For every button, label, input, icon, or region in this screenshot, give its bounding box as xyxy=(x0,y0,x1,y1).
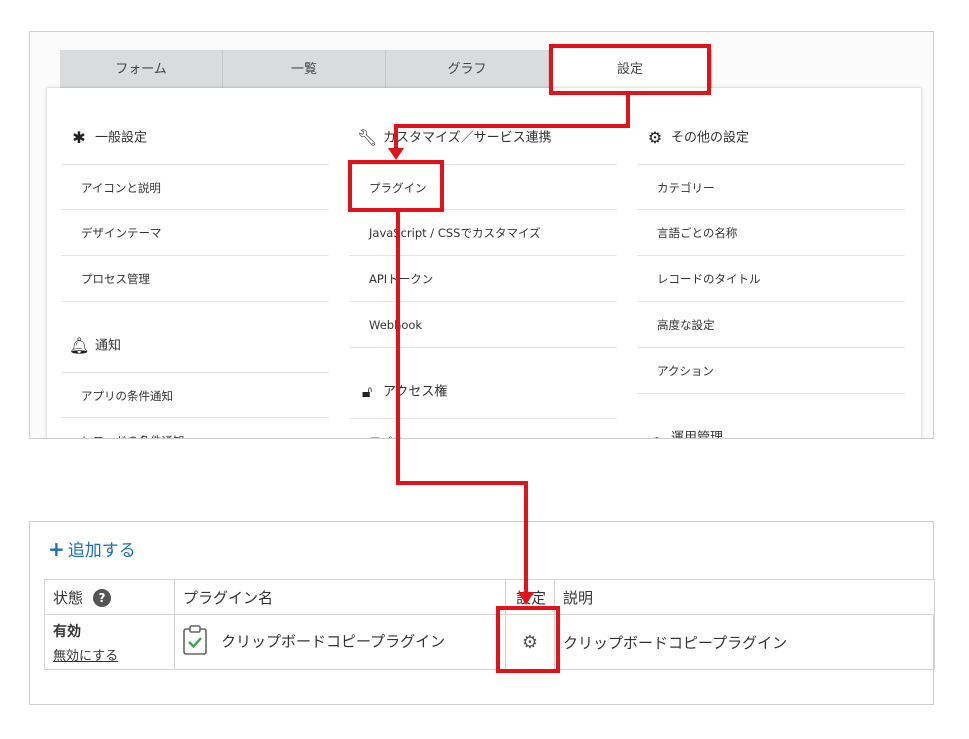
gear-icon: ✱ xyxy=(72,128,86,147)
plus-icon: + xyxy=(48,537,65,561)
header-plugin-name: プラグイン名 xyxy=(174,579,506,615)
settings-link-category[interactable]: カテゴリー xyxy=(637,164,905,210)
add-plugin-button[interactable]: + 追加する xyxy=(48,536,136,561)
access-heading: 🔓︎ アクセス権 xyxy=(357,382,448,402)
help-icon[interactable]: ? xyxy=(93,589,112,607)
other-settings-heading: ⚙ その他の設定 xyxy=(645,128,749,148)
settings-link-icon-description[interactable]: アイコンと説明 xyxy=(61,164,329,210)
notify-heading: 🔔︎ 通知 xyxy=(69,336,122,355)
connector-line xyxy=(394,124,398,150)
settings-link-record-title[interactable]: レコードのタイトル xyxy=(637,256,905,302)
settings-link-record-notify[interactable]: レコードの条件通知 xyxy=(61,418,329,438)
tab-bar: フォーム 一覧 グラフ 設定 xyxy=(60,50,880,90)
header-description: 説明 xyxy=(554,579,935,615)
disable-link[interactable]: 無効にする xyxy=(53,645,166,664)
settings-link-action[interactable]: アクション xyxy=(637,348,905,394)
tab-form[interactable]: フォーム xyxy=(60,50,223,90)
bell-icon: 🔔︎ xyxy=(69,336,90,355)
settings-link-app-access[interactable]: アプリ xyxy=(349,418,617,438)
wrench-icon: 🔧︎ xyxy=(357,128,378,147)
unlock-icon: 🔓︎ xyxy=(361,382,373,401)
app-settings-panel: フォーム 一覧 グラフ 設定 ✱ 一般設定 アイコンと説明 デザインテーマ プロセ… xyxy=(29,31,934,439)
settings-link-localized-name[interactable]: 言語ごとの名称 xyxy=(637,210,905,256)
cloud-icon: ☁ xyxy=(647,428,663,439)
settings-link-api-token[interactable]: APIトークン xyxy=(349,256,617,302)
table-row: 有効 無効にする クリップボードコピープラグイン ⚙ クリップボードコピープラグ… xyxy=(44,614,935,670)
settings-link-app-notify[interactable]: アプリの条件通知 xyxy=(61,372,329,418)
arrow-down-icon xyxy=(388,148,404,160)
table-header-row: 状態? プラグイン名 設定 説明 xyxy=(44,579,935,615)
highlight-gear-button xyxy=(496,606,560,673)
status-value: 有効 xyxy=(53,623,81,640)
settings-link-advanced[interactable]: 高度な設定 xyxy=(637,302,905,348)
connector-line xyxy=(394,124,630,128)
plugin-table: 状態? プラグイン名 設定 説明 有効 無効にする クリップボードコピープラグイ… xyxy=(44,579,935,670)
connector-line xyxy=(524,481,528,594)
arrow-down-icon xyxy=(518,592,534,605)
header-status: 状態? xyxy=(44,579,175,615)
gears-icon: ⚙ xyxy=(647,128,663,147)
description-cell: クリップボードコピープラグイン xyxy=(554,614,935,670)
tab-graph[interactable]: グラフ xyxy=(386,50,549,90)
clipboard-check-icon xyxy=(183,625,207,659)
connector-line xyxy=(396,481,527,485)
plugin-list-panel: + 追加する 状態? プラグイン名 設定 説明 有効 無効にする クリップボードコ xyxy=(29,521,935,705)
tab-list[interactable]: 一覧 xyxy=(223,50,386,90)
general-settings-heading: ✱ 一般設定 xyxy=(69,128,147,148)
highlight-settings-tab xyxy=(549,44,711,95)
operation-heading: ☁ 運用管理 xyxy=(645,428,723,439)
connector-line xyxy=(396,212,400,484)
plugin-name-cell: クリップボードコピープラグイン xyxy=(174,614,506,670)
plugin-name: クリップボードコピープラグイン xyxy=(221,632,446,651)
settings-link-js-css[interactable]: JavaScript / CSSでカスタマイズ xyxy=(349,210,617,256)
settings-card: ✱ 一般設定 アイコンと説明 デザインテーマ プロセス管理 🔔︎ 通知 アプリの条件… xyxy=(47,88,921,439)
settings-link-process-management[interactable]: プロセス管理 xyxy=(61,256,329,302)
status-cell: 有効 無効にする xyxy=(44,614,175,670)
highlight-plugin-link xyxy=(348,160,444,212)
settings-link-design-theme[interactable]: デザインテーマ xyxy=(61,210,329,256)
settings-link-webhook[interactable]: Webhook xyxy=(349,302,617,348)
customize-heading: 🔧︎ カスタマイズ／サービス連携 xyxy=(357,128,552,147)
